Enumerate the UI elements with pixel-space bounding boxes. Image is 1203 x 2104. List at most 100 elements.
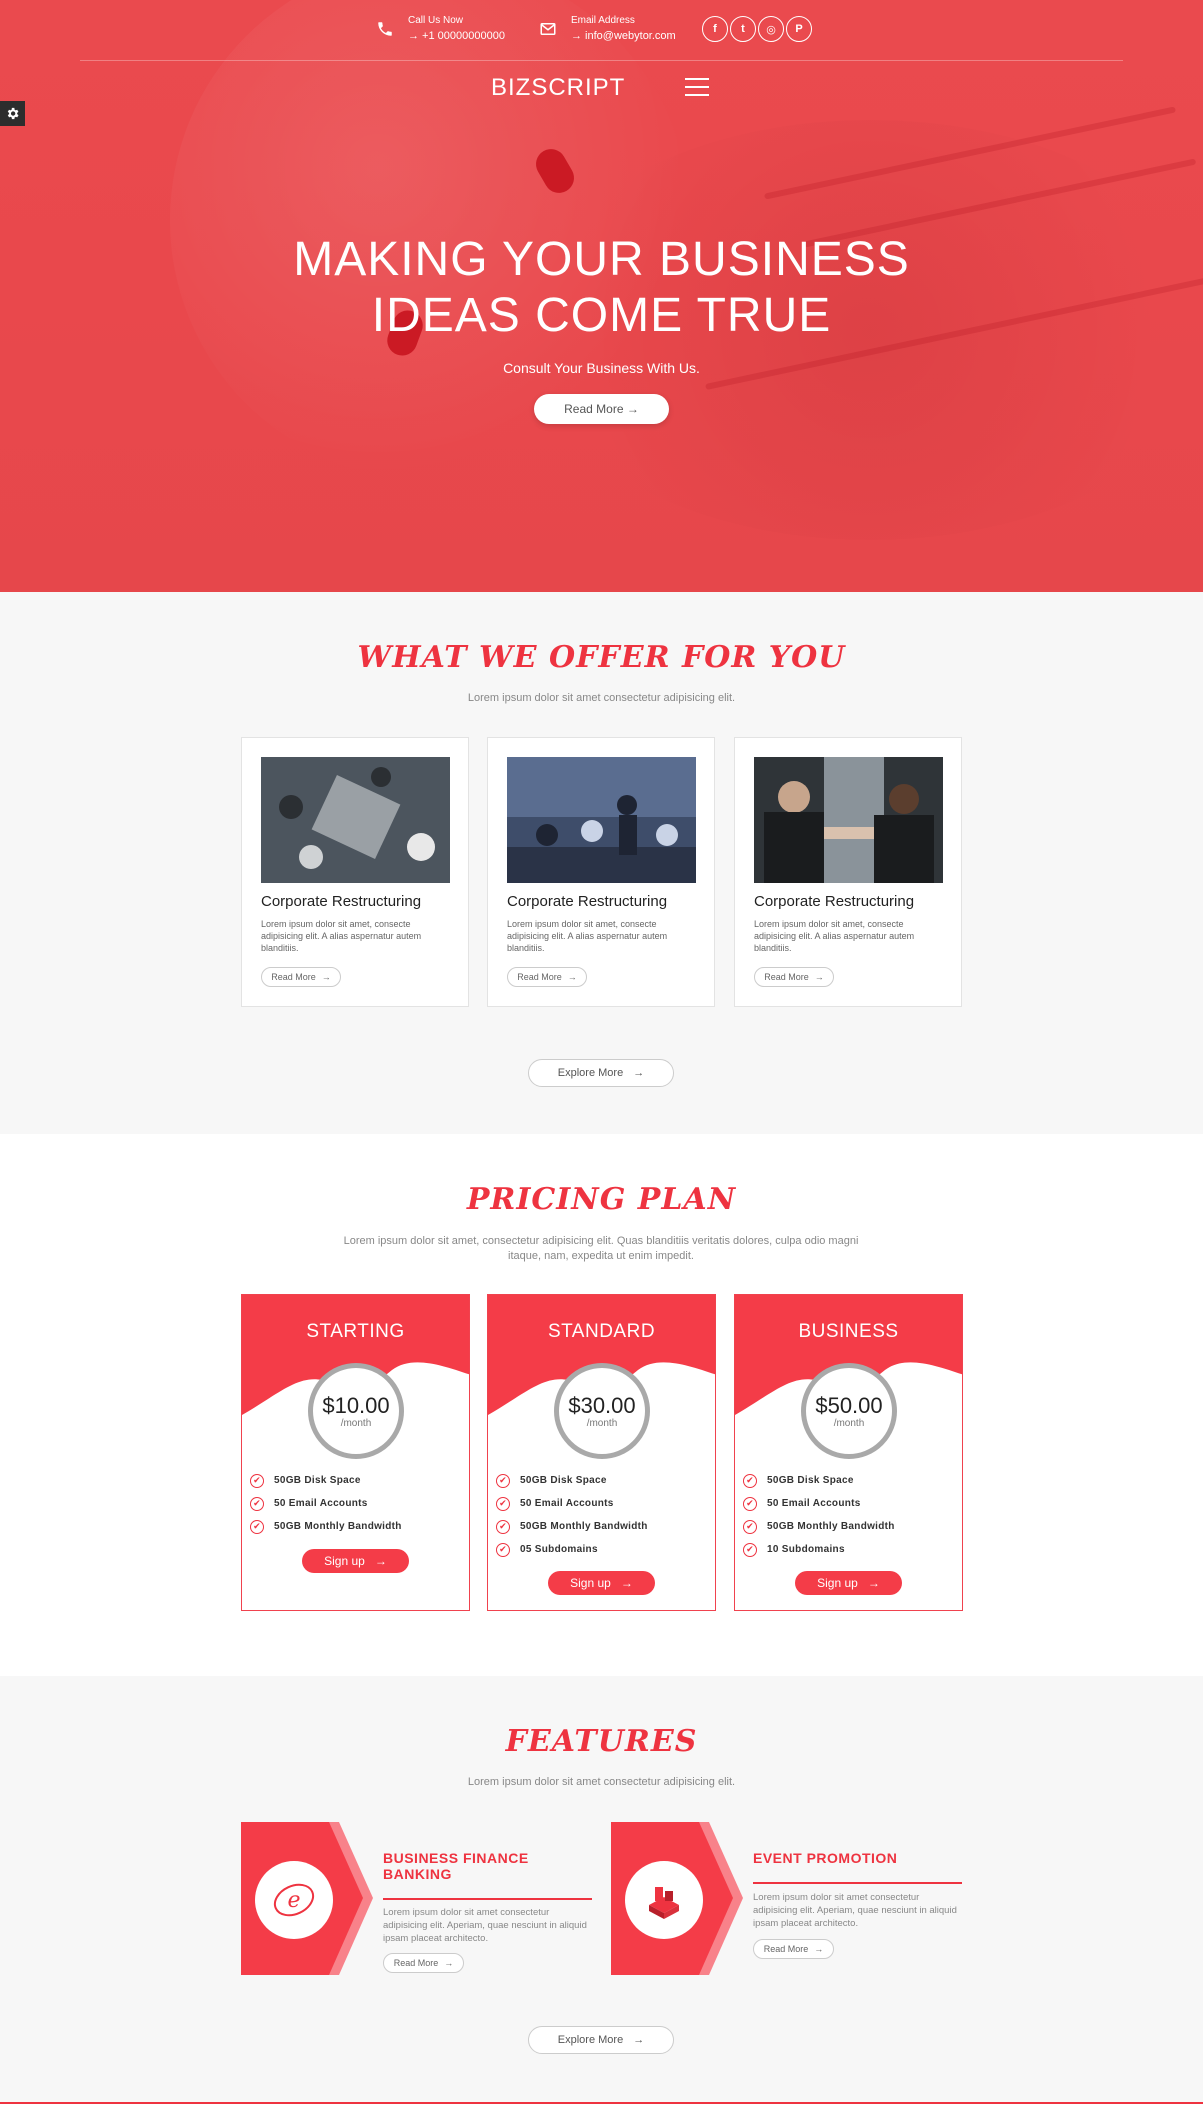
hero-subtitle: Consult Your Business With Us. <box>503 360 700 376</box>
arrow-right-icon: → <box>567 972 577 982</box>
feature-description: Lorem ipsum dolor sit amet consectetur a… <box>753 1892 957 1929</box>
service-title: Corporate Restructuring <box>507 893 668 910</box>
service-read-more-button[interactable]: Read More → <box>261 967 341 987</box>
feature-title: EVENT PROMOTION <box>753 1850 897 1866</box>
plan-feature: ✔ 50GB Disk Space <box>496 1469 648 1492</box>
plan-feature-list: ✔ 50GB Disk Space ✔ 50 Email Accounts ✔ 50G… <box>250 1469 402 1538</box>
offer-title: What we offer for you <box>357 640 846 675</box>
finance-banking-icon: e <box>255 1861 333 1939</box>
service-photo <box>507 757 696 883</box>
facebook-icon[interactable]: f <box>702 16 728 42</box>
explore-more-label: Explore More <box>557 2034 624 2046</box>
feature-divider <box>753 1882 962 1884</box>
plan-name: STANDARD <box>547 1321 656 1342</box>
service-card: Corporate Restructuring Lorem ipsum dolo… <box>241 737 469 1007</box>
plan-name: BUSINESS <box>798 1321 899 1342</box>
pricing-plan-standard: STANDARD $30.00 /month ✔ 50GB Disk Space … <box>487 1294 716 1611</box>
check-icon: ✔ <box>743 1542 757 1557</box>
phone-contact[interactable]: Call Us Now → +1 00000000000 <box>376 14 505 44</box>
read-more-label: Read More <box>763 1944 809 1954</box>
arrow-right-icon: → <box>814 972 824 982</box>
plan-name: STARTING <box>306 1321 405 1342</box>
site-logo[interactable]: BIZSCRIPT <box>491 74 625 102</box>
features-explore-more-button[interactable]: Explore More → <box>528 2026 674 2054</box>
plan-feature: ✔ 05 Subdomains <box>496 1538 648 1561</box>
check-icon: ✔ <box>496 1542 510 1557</box>
read-more-label: Read More <box>271 972 316 982</box>
plan-price-circle: $30.00 /month <box>554 1363 650 1459</box>
instagram-icon[interactable]: ◎ <box>758 16 784 42</box>
arrow-right-icon: → <box>444 1958 454 1968</box>
service-read-more-button[interactable]: Read More → <box>754 967 834 987</box>
settings-gear-icon[interactable] <box>0 101 25 126</box>
phone-label: Call Us Now <box>408 15 464 26</box>
read-more-label: Read More <box>764 972 809 982</box>
feature-description: Lorem ipsum dolor sit amet consectetur a… <box>383 1907 587 1944</box>
plan-price: $10.00 <box>322 1392 390 1418</box>
offer-subtitle: Lorem ipsum dolor sit amet consectetur a… <box>467 692 736 704</box>
arrow-right-icon: → <box>867 1576 880 1590</box>
email-contact[interactable]: Email Address → info@webytor.com <box>539 14 676 44</box>
arrow-right-icon: → <box>321 972 331 982</box>
plan-feature: ✔ 50GB Disk Space <box>743 1469 895 1492</box>
check-icon: ✔ <box>743 1496 757 1511</box>
feature-divider <box>383 1898 592 1900</box>
plan-period: /month <box>586 1417 618 1429</box>
read-more-label: Read More <box>517 972 562 982</box>
plan-period: /month <box>340 1417 372 1429</box>
plan-price: $50.00 <box>815 1392 883 1418</box>
feature-title-line1: EVENT PROMOTION <box>753 1850 898 1866</box>
plan-price-circle: $10.00 /month <box>308 1363 404 1459</box>
service-description: Lorem ipsum dolor sit amet, consecte adi… <box>754 919 915 953</box>
plan-feature: ✔ 50 Email Accounts <box>743 1492 895 1515</box>
offer-explore-more-button[interactable]: Explore More → <box>528 1059 674 1087</box>
plan-feature-label: 50GB Monthly Bandwidth <box>767 1521 895 1532</box>
check-icon: ✔ <box>496 1519 510 1534</box>
sign-up-button[interactable]: Sign up → <box>302 1549 409 1573</box>
plan-feature-label: 50GB Monthly Bandwidth <box>520 1521 648 1532</box>
service-title: Corporate Restructuring <box>754 893 915 910</box>
service-read-more-button[interactable]: Read More → <box>507 967 587 987</box>
email-label: Email Address <box>571 15 635 26</box>
service-photo <box>754 757 943 883</box>
arrow-right-icon: → <box>633 2034 645 2046</box>
check-icon: ✔ <box>496 1473 510 1488</box>
sign-up-button[interactable]: Sign up → <box>795 1571 902 1595</box>
check-icon: ✔ <box>250 1473 264 1488</box>
check-icon: ✔ <box>250 1519 264 1534</box>
service-description: Lorem ipsum dolor sit amet, consecte adi… <box>507 919 668 953</box>
plan-period: /month <box>833 1417 865 1429</box>
plan-feature-list: ✔ 50GB Disk Space ✔ 50 Email Accounts ✔ 50G… <box>496 1469 648 1561</box>
features-subtitle: Lorem ipsum dolor sit amet consectetur a… <box>467 1776 736 1788</box>
plan-feature-label: 50GB Monthly Bandwidth <box>274 1521 402 1532</box>
check-icon: ✔ <box>743 1519 757 1534</box>
envelope-icon <box>540 23 556 35</box>
sign-up-label: Sign up <box>570 1576 611 1590</box>
check-icon: ✔ <box>743 1473 757 1488</box>
arrow-right-icon: → <box>620 1576 633 1590</box>
features-title: Features <box>505 1724 698 1759</box>
explore-more-label: Explore More <box>557 1067 624 1079</box>
hero-title-line2: IDEAS COME TRUE <box>371 289 832 342</box>
plan-feature: ✔ 50GB Disk Space <box>250 1469 402 1492</box>
sign-up-button[interactable]: Sign up → <box>548 1571 655 1595</box>
twitter-icon[interactable]: t <box>730 16 756 42</box>
feature-read-more-button[interactable]: Read More → <box>753 1939 834 1959</box>
read-more-label: Read More <box>393 1958 439 1968</box>
phone-icon <box>378 22 392 36</box>
pricing-title: Pricing Plan <box>466 1182 737 1217</box>
pricing-plan-starting: STARTING $10.00 /month ✔ 50GB Disk Space … <box>241 1294 470 1611</box>
plan-feature: ✔ 50GB Monthly Bandwidth <box>496 1515 648 1538</box>
event-promotion-icon <box>625 1861 703 1939</box>
arrow-right-icon: → <box>814 1944 824 1954</box>
plan-feature-label: 10 Subdomains <box>767 1544 845 1555</box>
plan-feature-label: 50 Email Accounts <box>767 1498 861 1509</box>
plan-feature-label: 50GB Disk Space <box>767 1475 854 1486</box>
check-icon: ✔ <box>250 1496 264 1511</box>
hero-read-more-button[interactable]: Read More → <box>534 394 669 424</box>
pinterest-icon[interactable]: P <box>786 16 812 42</box>
check-icon: ✔ <box>496 1496 510 1511</box>
hamburger-menu-icon[interactable] <box>685 78 709 98</box>
feature-read-more-button[interactable]: Read More → <box>383 1953 464 1973</box>
pricing-plan-business: BUSINESS $50.00 /month ✔ 50GB Disk Space … <box>734 1294 963 1611</box>
